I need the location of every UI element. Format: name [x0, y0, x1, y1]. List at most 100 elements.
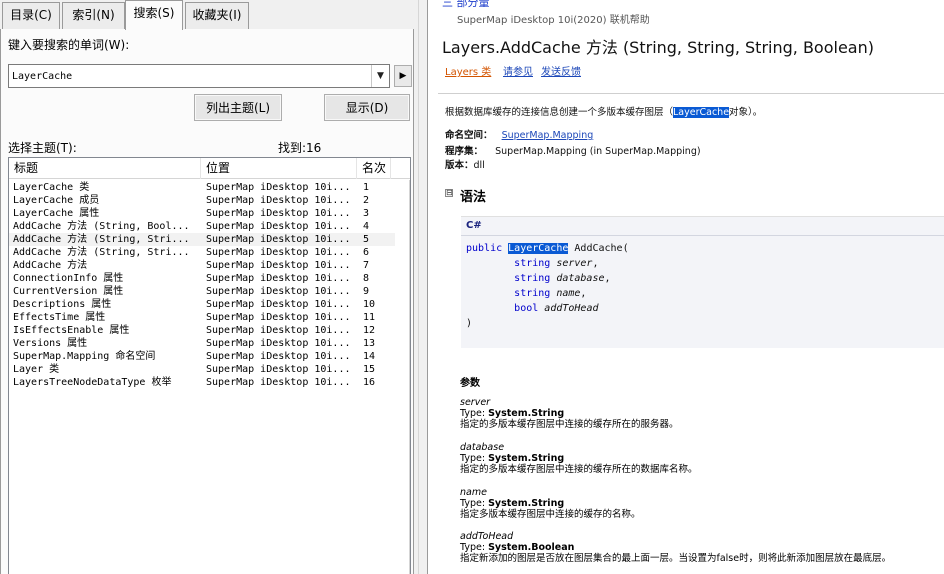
result-title: LayerCache 类 [13, 182, 90, 193]
code-block: public LayerCache AddCache( string serve… [466, 241, 629, 331]
result-row[interactable]: AddCache 方法 (String, Stri... SuperMap iDe… [9, 246, 395, 259]
chevron-down-icon[interactable]: ▼ [371, 65, 389, 87]
tab-search[interactable]: 搜索(S) [125, 0, 183, 30]
result-location: SuperMap iDesktop 10i... [206, 286, 351, 297]
result-row[interactable]: Versions 属性 SuperMap iDesktop 10i... 13 [9, 337, 395, 350]
result-row[interactable]: LayersTreeNodeDataType 枚举 SuperMap iDeskt… [9, 376, 395, 389]
code-keyword: public [466, 243, 503, 254]
result-title: AddCache 方法 (String, Stri... [13, 234, 190, 245]
parameter-description: 指定新添加的图层是否放在图层集合的最上面一层。当设置为false时，则将此新添加… [460, 553, 892, 564]
result-rank: 9 [363, 286, 370, 297]
result-rank: 12 [363, 325, 376, 336]
result-rank: 6 [363, 247, 370, 258]
result-row[interactable]: SuperMap.Mapping 命名空间 SuperMap iDesktop 1… [9, 350, 395, 363]
tab-contents[interactable]: 目录(C) [2, 2, 60, 29]
result-title: SuperMap.Mapping 命名空间 [13, 351, 156, 362]
assembly-value: SuperMap.Mapping (in SuperMap.Mapping) [495, 146, 701, 157]
see-also-link[interactable]: 请参见 [503, 63, 533, 78]
result-row[interactable]: EffectsTime 属性 SuperMap iDesktop 10i... 11 [9, 311, 395, 324]
keyword-label: 键入要搜索的单词(W): [8, 38, 130, 52]
version-line: 版本：dll [445, 157, 485, 171]
result-rank: 3 [363, 208, 370, 219]
tab-index[interactable]: 索引(N) [62, 2, 125, 29]
result-title: AddCache 方法 (String, Bool... [13, 221, 190, 232]
send-feedback-link[interactable]: 发送反馈 [541, 63, 581, 78]
result-location: SuperMap iDesktop 10i... [206, 208, 351, 219]
result-row[interactable]: LayerCache 成员 SuperMap iDesktop 10i... 2 [9, 194, 395, 207]
namespace-link[interactable]: SuperMap.Mapping [502, 130, 594, 141]
result-title: LayerCache 成员 [13, 195, 100, 206]
result-row[interactable]: AddCache 方法 SuperMap iDesktop 10i... 7 [9, 259, 395, 272]
result-location: SuperMap iDesktop 10i... [206, 273, 351, 284]
assembly-line: 程序集： SuperMap.Mapping (in SuperMap.Mappi… [445, 143, 701, 157]
parameter-type-line: Type: System.String [460, 453, 698, 464]
result-location: SuperMap iDesktop 10i... [206, 247, 351, 258]
column-header-title[interactable]: 标题 [9, 158, 201, 179]
result-row[interactable]: Descriptions 属性 SuperMap iDesktop 10i... 1… [9, 298, 395, 311]
result-rank: 8 [363, 273, 370, 284]
parameter-entry: server Type: System.String 指定的多版本缓存图层中连接的缓… [460, 397, 679, 430]
parameter-type-line: Type: System.Boolean [460, 542, 891, 553]
column-header-location[interactable]: 位置 [201, 158, 357, 179]
result-row[interactable]: IsEffectsEnable 属性 SuperMap iDesktop 10i.… [9, 324, 395, 337]
parameter-entry: name Type: System.String 指定多版本缓存图层中连接的缓存的名… [460, 487, 641, 520]
pane-splitter[interactable] [418, 0, 428, 574]
keyword-combobox[interactable]: ▼ [8, 64, 390, 88]
parameter-type[interactable]: System.Boolean [488, 542, 574, 553]
code-param-sep: , [580, 288, 587, 299]
result-row[interactable]: ConnectionInfo 属性 SuperMap iDesktop 10i..… [9, 272, 395, 285]
help-subtitle: SuperMap iDesktop 10i(2020) 联机帮助 [457, 15, 650, 26]
code-param-line: bool addToHead [466, 303, 598, 314]
result-row[interactable]: CurrentVersion 属性 SuperMap iDesktop 10i..… [9, 285, 395, 298]
result-row[interactable]: AddCache 方法 (String, Stri... SuperMap iDe… [9, 233, 395, 246]
parameter-type-label: Type: [460, 498, 486, 509]
result-row[interactable]: LayerCache 类 SuperMap iDesktop 10i... 1 [9, 181, 395, 194]
toc-partial-link[interactable]: 三 部分量 [442, 0, 490, 10]
code-language-tab[interactable]: C# [466, 220, 482, 231]
code-param-line: string name, [466, 288, 586, 299]
result-row[interactable]: Layer 类 SuperMap iDesktop 10i... 15 [9, 363, 395, 376]
namespace-label: 命名空间： [445, 130, 493, 141]
layers-class-link[interactable]: Layers 类 [445, 63, 491, 78]
syntax-heading: 语法 [460, 190, 487, 205]
parameter-name: database [460, 442, 505, 453]
summary-text-end: 对象）。 [729, 107, 763, 118]
result-title: EffectsTime 属性 [13, 312, 106, 323]
result-rank: 10 [363, 299, 376, 310]
code-param-line: string server, [466, 258, 598, 269]
collapse-icon[interactable]: ⊟ [445, 189, 453, 197]
parameter-type[interactable]: System.String [488, 453, 564, 464]
parameter-name: addToHead [460, 531, 514, 542]
result-location: SuperMap iDesktop 10i... [206, 312, 351, 323]
code-param-name: server [556, 258, 593, 269]
parameter-description: 指定的多版本缓存图层中连接的缓存所在的数据库名称。 [460, 464, 698, 475]
parameter-name: name [460, 487, 487, 498]
result-location: SuperMap iDesktop 10i... [206, 364, 351, 375]
result-title: AddCache 方法 [13, 260, 88, 271]
result-location: SuperMap iDesktop 10i... [206, 377, 351, 388]
search-results-list[interactable]: 标题 位置 名次 LayerCache 类 SuperMap iDesktop 1… [8, 157, 411, 574]
parameter-type[interactable]: System.String [488, 408, 564, 419]
code-param-name: database [556, 273, 605, 284]
list-border [409, 180, 410, 574]
result-rank: 14 [363, 351, 376, 362]
result-location: SuperMap iDesktop 10i... [206, 338, 351, 349]
column-header-rank[interactable]: 名次 [357, 158, 391, 179]
keyword-input[interactable] [9, 65, 371, 87]
tab-favorites[interactable]: 收藏夹(I) [185, 2, 249, 29]
help-content-pane[interactable]: 三 部分量 SuperMap iDesktop 10i(2020) 联机帮助 L… [428, 0, 944, 574]
page-title: Layers.AddCache 方法 (String, String, Stri… [442, 38, 874, 57]
help-navigation-pane: 目录(C) 索引(N) 搜索(S) 收藏夹(I) 键入要搜索的单词(W): ▼ … [0, 0, 418, 574]
code-close-paren: ) [466, 318, 473, 329]
parameter-type[interactable]: System.String [488, 498, 564, 509]
result-title: Layer 类 [13, 364, 60, 375]
result-rank: 7 [363, 260, 370, 271]
result-row[interactable]: LayerCache 属性 SuperMap iDesktop 10i... 3 [9, 207, 395, 220]
result-title: Descriptions 属性 [13, 299, 112, 310]
result-row[interactable]: AddCache 方法 (String, Bool... SuperMap iDe… [9, 220, 395, 233]
play-arrow-icon[interactable]: ▶ [394, 65, 412, 87]
list-topics-button[interactable]: 列出主题(L) [194, 94, 282, 121]
result-rank: 4 [363, 221, 370, 232]
display-button[interactable]: 显示(D) [324, 94, 410, 121]
code-param-type: bool [514, 303, 539, 314]
